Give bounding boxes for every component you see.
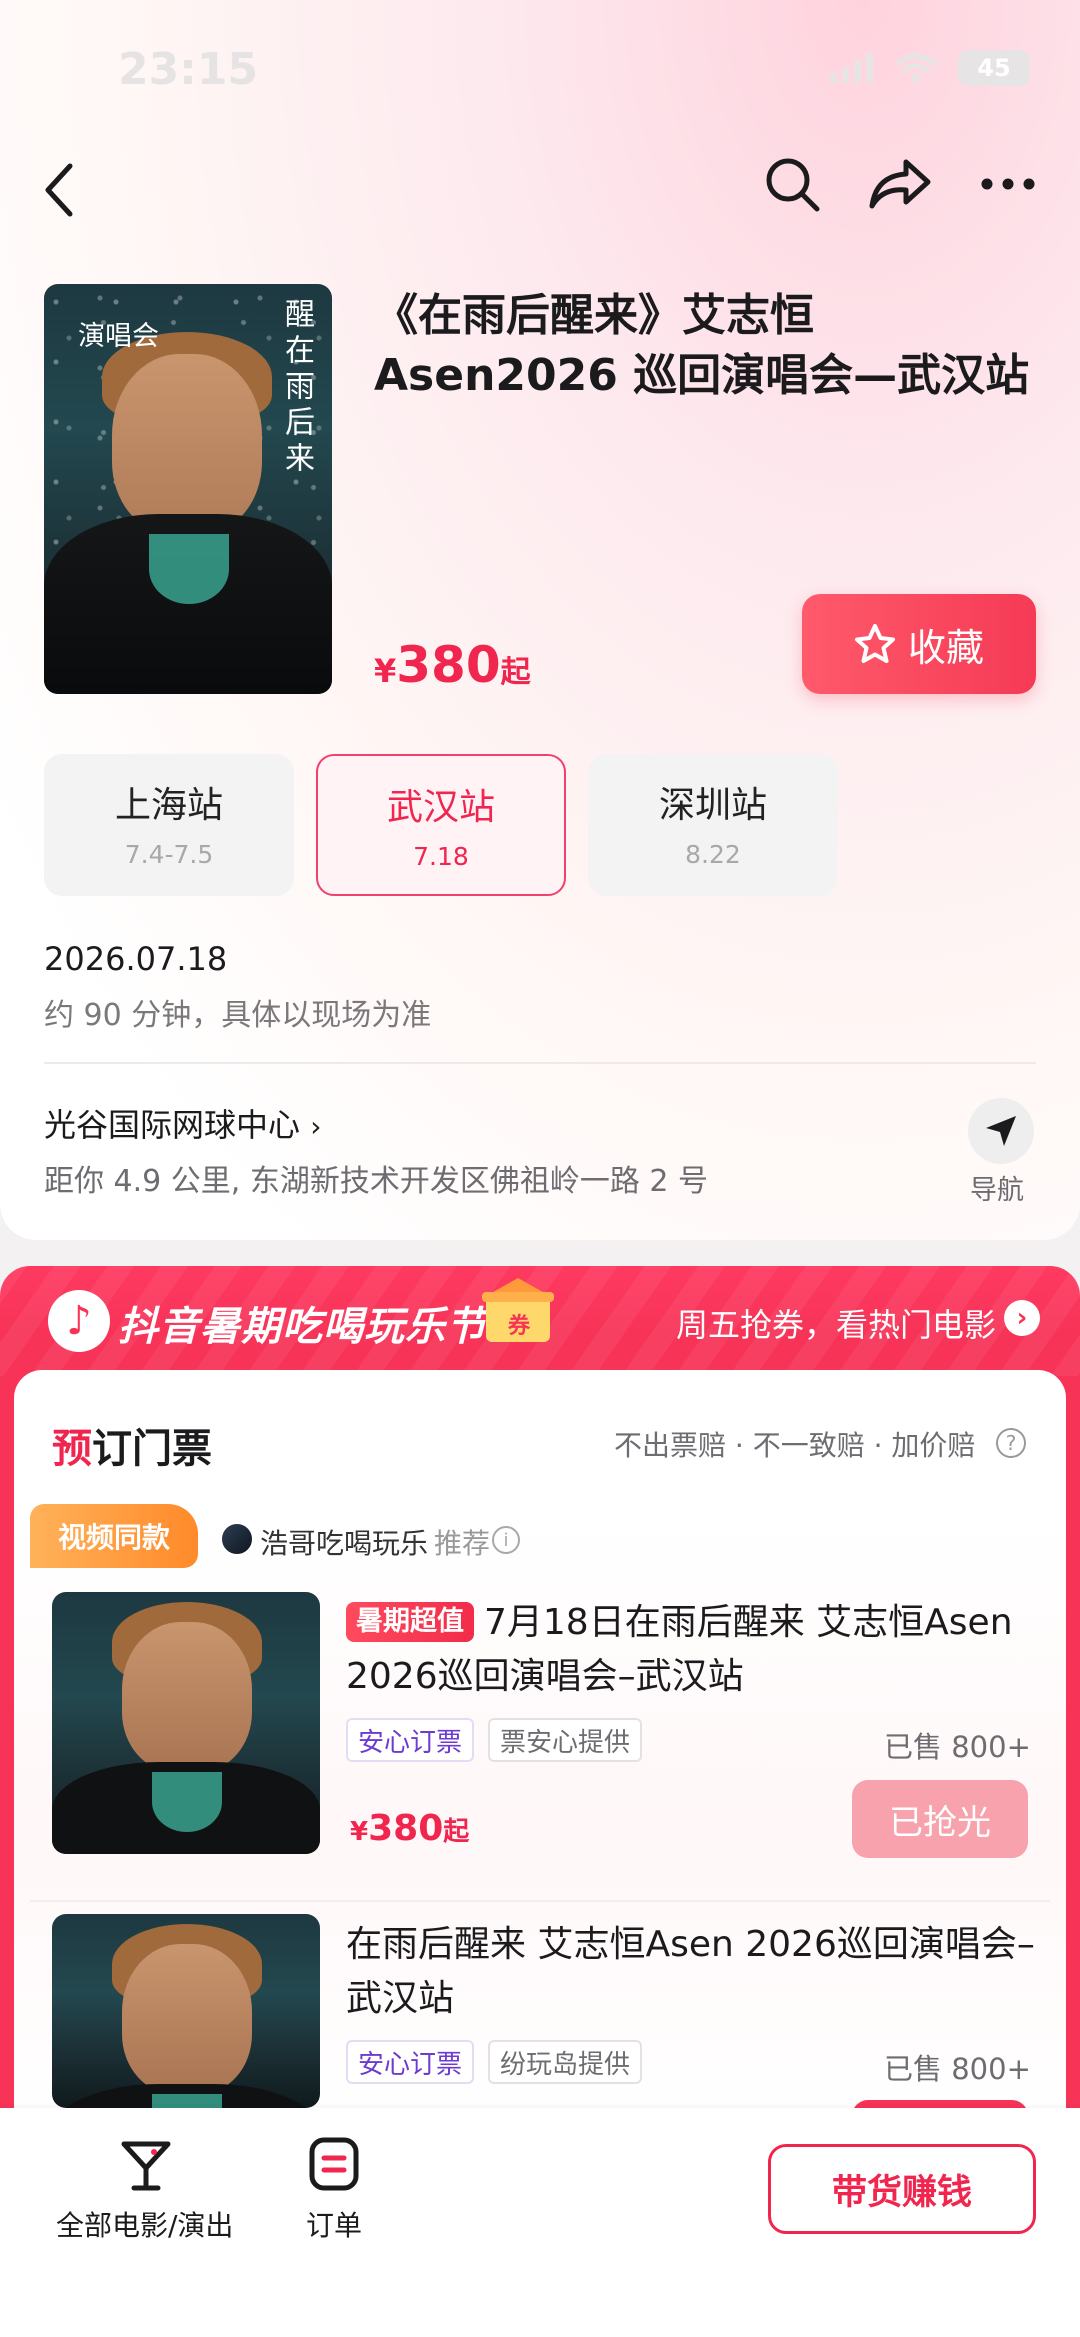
nav-actions bbox=[760, 152, 1040, 216]
coupon-text: 券 bbox=[508, 1314, 531, 1339]
ticket-guarantee: 不出票赔 · 不一致赔 · 加价赔 bbox=[614, 1429, 976, 1462]
video-same-badge: 视频同款 bbox=[30, 1504, 198, 1568]
sold-count: 已售 800+ bbox=[884, 2052, 1031, 2086]
wifi-icon bbox=[896, 53, 936, 82]
more-button[interactable] bbox=[976, 152, 1040, 216]
signal-icon bbox=[830, 53, 873, 83]
search-button[interactable] bbox=[760, 152, 824, 216]
festival-title: 抖音暑期吃喝玩乐节 bbox=[118, 1304, 487, 1350]
divider bbox=[30, 1900, 1050, 1902]
tab-movies[interactable]: 全部电影/演出 bbox=[56, 2204, 233, 2244]
favorite-label: 收藏 bbox=[907, 625, 984, 670]
item-thumbnail[interactable] bbox=[52, 1592, 320, 1854]
cocktail-icon[interactable] bbox=[118, 2138, 174, 2194]
douyin-logo-icon: ♪ bbox=[48, 1290, 110, 1352]
back-button[interactable] bbox=[40, 160, 90, 220]
coupon-icon: 券 bbox=[478, 1262, 558, 1352]
navigation-arrow-icon bbox=[986, 1116, 1016, 1146]
tab-orders[interactable]: 订单 bbox=[306, 2204, 362, 2244]
favorite-button[interactable]: 收藏 bbox=[802, 594, 1036, 694]
order-icon[interactable] bbox=[306, 2136, 362, 2192]
item-price: ¥380起 bbox=[350, 1808, 470, 1849]
event-poster[interactable]: 演唱会 醒在雨后来 bbox=[44, 284, 332, 694]
navigate-button[interactable] bbox=[968, 1098, 1034, 1164]
chevron-right-icon: › bbox=[310, 1110, 322, 1143]
divider bbox=[44, 1062, 1036, 1064]
info-icon[interactable]: i bbox=[492, 1526, 520, 1554]
safe-ticket-chip: 安心订票 bbox=[346, 2040, 475, 2084]
sold-out-button[interactable]: 已抢光 bbox=[852, 1780, 1028, 1858]
navigate-label: 导航 bbox=[970, 1175, 1024, 1206]
ticket-item-title[interactable]: 在雨后醒来 艾志恒Asen 2026巡回演唱会–武汉站 bbox=[346, 1918, 1036, 2026]
venue-name: 光谷国际网球中心 bbox=[44, 1106, 301, 1144]
more-dots-icon bbox=[981, 178, 1035, 190]
status-icons: 45 bbox=[830, 50, 1030, 86]
provider-chip: 纷玩岛提供 bbox=[488, 2040, 643, 2084]
share-arrow-icon bbox=[869, 159, 931, 209]
star-icon bbox=[854, 624, 895, 663]
item-thumbnail[interactable] bbox=[52, 1914, 320, 2108]
venue-link[interactable]: 光谷国际网球中心 › bbox=[44, 1100, 321, 1146]
poster-title: 醒在雨后来 bbox=[279, 298, 314, 478]
city-tab-shanghai[interactable]: 上海站 7.4-7.5 bbox=[44, 754, 294, 896]
summer-deal-badge: 暑期超值 bbox=[346, 1602, 474, 1642]
earn-money-button[interactable]: 带货赚钱 bbox=[768, 2144, 1036, 2234]
chevron-right-icon[interactable]: › bbox=[1004, 1300, 1040, 1336]
battery-icon: 45 bbox=[958, 50, 1030, 86]
ticket-section-title: 预订门票 bbox=[52, 1426, 212, 1472]
ticket-item-title[interactable]: 暑期超值 7月18日在雨后醒来 艾志恒Asen 2026巡回演唱会–武汉站 bbox=[346, 1596, 1036, 1704]
city-tab-wuhan[interactable]: 武汉站 7.18 bbox=[316, 754, 566, 896]
status-time: 23:15 bbox=[118, 44, 259, 95]
sold-count: 已售 800+ bbox=[884, 1730, 1031, 1764]
help-icon[interactable]: ? bbox=[996, 1428, 1026, 1458]
event-price: ¥380起 bbox=[374, 636, 531, 694]
city-tab-shenzhen[interactable]: 深圳站 8.22 bbox=[588, 754, 838, 896]
event-duration: 约 90 分钟，具体以现场为准 bbox=[44, 998, 432, 1033]
poster-tag: 演唱会 bbox=[78, 321, 159, 352]
event-date: 2026.07.18 bbox=[44, 940, 228, 978]
event-title: 《在雨后醒来》艾志恒 Asen2026 巡回演唱会—武汉站 bbox=[374, 290, 1030, 401]
provider-chip: 票安心提供 bbox=[488, 1718, 643, 1762]
search-icon bbox=[766, 158, 820, 212]
chevron-left-icon bbox=[45, 163, 73, 217]
recommender[interactable]: 浩哥吃喝玩乐 推荐 bbox=[260, 1522, 490, 1562]
avatar bbox=[220, 1522, 254, 1556]
venue-address: 距你 4.9 公里, 东湖新技术开发区佛祖岭一路 2 号 bbox=[44, 1164, 709, 1199]
safe-ticket-chip: 安心订票 bbox=[346, 1718, 475, 1762]
share-button[interactable] bbox=[868, 152, 932, 216]
festival-link[interactable]: 周五抢券，看热门电影 bbox=[676, 1300, 996, 1346]
